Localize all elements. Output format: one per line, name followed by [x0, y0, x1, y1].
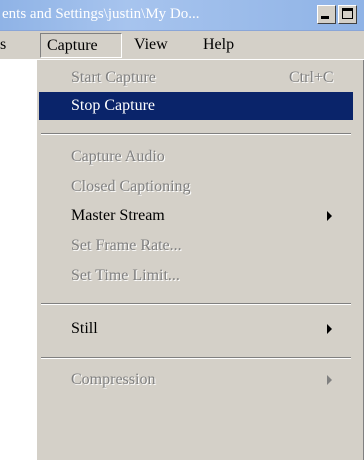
- menu-item-master-stream[interactable]: Master Stream: [39, 202, 353, 230]
- menu-separator: [41, 303, 351, 305]
- menu-file-fragment[interactable]: s: [0, 31, 6, 59]
- submenu-arrow-icon: [327, 211, 332, 221]
- menu-item-label: Start Capture: [71, 69, 156, 86]
- menu-item-label: Capture Audio: [71, 148, 165, 165]
- menu-item-label: Master Stream: [71, 207, 165, 224]
- menu-item-start-capture[interactable]: Start Capture Ctrl+C: [39, 64, 353, 92]
- menu-bar: s Capture View Help: [0, 31, 364, 59]
- menu-item-label: Set Frame Rate...: [71, 237, 182, 254]
- menu-item-set-time-limit[interactable]: Set Time Limit...: [39, 262, 353, 290]
- menu-item-capture-audio[interactable]: Capture Audio: [39, 143, 353, 171]
- title-bar: ents and Settings\justin\My Do...: [0, 0, 364, 31]
- menu-item-still[interactable]: Still: [39, 315, 353, 343]
- menu-capture[interactable]: Capture: [40, 33, 122, 58]
- menu-item-label: Closed Captioning: [71, 178, 191, 195]
- submenu-arrow-icon: [327, 324, 332, 334]
- menu-view[interactable]: View: [134, 31, 168, 59]
- window-title: ents and Settings\justin\My Do...: [2, 6, 200, 22]
- menu-help[interactable]: Help: [203, 31, 234, 59]
- maximize-button[interactable]: [338, 5, 357, 24]
- capture-dropdown-menu: Start Capture Ctrl+C Stop Capture Captur…: [36, 59, 364, 460]
- menu-item-closed-captioning[interactable]: Closed Captioning: [39, 173, 353, 201]
- menu-item-shortcut: Ctrl+C: [289, 69, 334, 86]
- menu-item-label: Stop Capture: [71, 97, 155, 114]
- minimize-icon: [321, 16, 329, 19]
- minimize-button[interactable]: [317, 5, 336, 24]
- menu-capture-label: Capture: [47, 37, 98, 54]
- menu-item-compression[interactable]: Compression: [39, 366, 353, 394]
- menu-item-stop-capture[interactable]: Stop Capture: [39, 92, 353, 120]
- menu-help-label: Help: [203, 36, 235, 53]
- menu-separator: [41, 357, 351, 359]
- menu-item-label: Compression: [71, 371, 156, 388]
- menu-view-label: View: [134, 36, 168, 53]
- menu-item-label: Set Time Limit...: [71, 267, 180, 284]
- menu-item-label: Still: [71, 320, 98, 337]
- submenu-arrow-icon: [327, 375, 332, 385]
- menu-item-set-frame-rate[interactable]: Set Frame Rate...: [39, 232, 353, 260]
- menu-separator: [41, 133, 351, 135]
- maximize-icon: [342, 8, 353, 19]
